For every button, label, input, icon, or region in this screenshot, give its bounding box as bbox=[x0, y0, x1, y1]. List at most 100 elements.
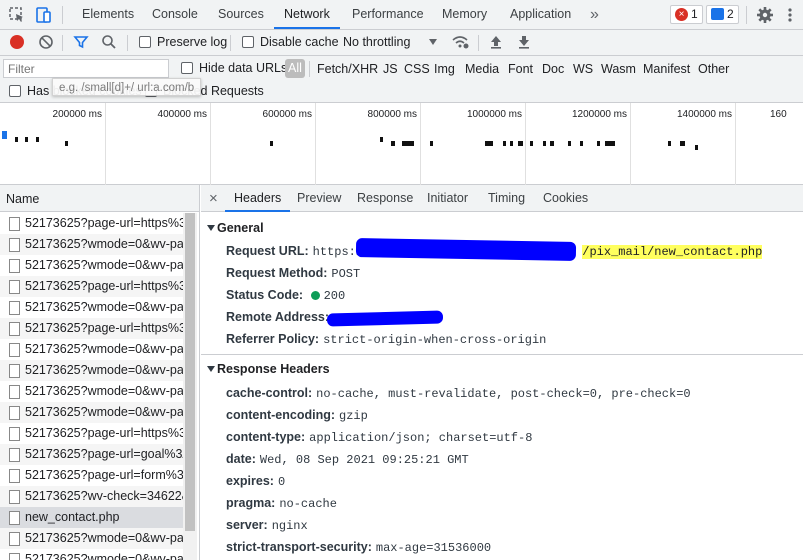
filter-input[interactable] bbox=[3, 59, 169, 78]
response-header-row: strict-transport-security: max-age=315360… bbox=[226, 540, 491, 555]
tick-label: 1400000 ms bbox=[676, 109, 732, 120]
file-icon bbox=[9, 217, 20, 231]
file-icon bbox=[9, 301, 20, 315]
more-tabs-button[interactable]: » bbox=[590, 0, 599, 29]
tab-sources[interactable]: Sources bbox=[218, 0, 264, 29]
list-item[interactable]: 52173625?page-url=https%3. bbox=[0, 318, 183, 339]
header-key: server: bbox=[226, 518, 268, 532]
list-item[interactable]: 52173625?wmode=0&wv-par bbox=[0, 297, 183, 318]
filter-type-img[interactable]: Img bbox=[434, 62, 455, 76]
kebab-menu-icon[interactable] bbox=[786, 6, 794, 24]
overview-start-marker bbox=[2, 131, 7, 139]
list-item[interactable]: 52173625?page-url=https%3. bbox=[0, 213, 183, 234]
tab-console[interactable]: Console bbox=[152, 0, 198, 29]
list-item[interactable]: 52173625?wmode=0&wv-par bbox=[0, 234, 183, 255]
tab-performance[interactable]: Performance bbox=[352, 0, 424, 29]
message-count: 2 bbox=[727, 7, 734, 21]
list-item[interactable]: 52173625?page-url=goal%3A bbox=[0, 444, 183, 465]
response-headers-section-header[interactable]: Response Headers bbox=[201, 357, 803, 381]
status-code-value: 200 bbox=[323, 289, 346, 303]
header-value: gzip bbox=[339, 409, 368, 423]
tab-cookies[interactable]: Cookies bbox=[543, 185, 588, 212]
tab-memory[interactable]: Memory bbox=[442, 0, 487, 29]
header-value: no-cache bbox=[279, 497, 337, 511]
list-item[interactable]: 52173625?wmode=0&wv-par bbox=[0, 549, 183, 560]
list-item[interactable]: 52173625?page-url=https%3. bbox=[0, 423, 183, 444]
filter-type-wasm[interactable]: Wasm bbox=[601, 62, 636, 76]
file-icon bbox=[9, 322, 20, 336]
list-item[interactable]: 52173625?wmode=0&wv-par bbox=[0, 360, 183, 381]
tab-application[interactable]: Application bbox=[510, 0, 571, 29]
devtools-tab-bar: Elements Console Sources Network Perform… bbox=[0, 0, 803, 30]
general-section-header[interactable]: General bbox=[201, 216, 803, 240]
close-icon[interactable]: × bbox=[209, 185, 218, 212]
redaction-mark bbox=[326, 310, 444, 327]
list-item[interactable]: 52173625?wmode=0&wv-par bbox=[0, 402, 183, 423]
tick-label: 600000 ms bbox=[262, 109, 312, 120]
error-count-badge[interactable]: × 1 bbox=[670, 5, 703, 24]
disable-cache-checkbox[interactable] bbox=[242, 36, 254, 48]
import-har-icon[interactable] bbox=[489, 34, 503, 50]
list-item[interactable]: 52173625?wv-check=34622& bbox=[0, 486, 183, 507]
request-name: 52173625?wmode=0&wv-par bbox=[25, 342, 183, 356]
tab-response[interactable]: Response bbox=[357, 185, 413, 212]
record-icon[interactable] bbox=[10, 35, 24, 49]
filter-type-fetch-xhr[interactable]: Fetch/XHR bbox=[317, 62, 378, 76]
list-item[interactable]: 52173625?wmode=0&wv-par bbox=[0, 255, 183, 276]
file-icon bbox=[9, 280, 20, 294]
file-icon bbox=[9, 469, 20, 483]
hide-data-urls-checkbox[interactable] bbox=[181, 62, 193, 74]
status-code-key: Status Code: bbox=[226, 288, 304, 302]
inspect-element-icon[interactable] bbox=[8, 6, 26, 24]
preserve-log-checkbox[interactable] bbox=[139, 36, 151, 48]
chevron-down-icon[interactable] bbox=[429, 39, 437, 45]
tab-elements[interactable]: Elements bbox=[82, 0, 134, 29]
filter-icon[interactable] bbox=[73, 34, 89, 50]
list-item-selected[interactable]: new_contact.php bbox=[0, 507, 183, 528]
list-item[interactable]: 52173625?page-url=form%3A bbox=[0, 465, 183, 486]
has-blocked-cookies-checkbox[interactable] bbox=[9, 85, 21, 97]
device-toolbar-icon[interactable] bbox=[34, 6, 52, 24]
tab-headers[interactable]: Headers bbox=[225, 185, 291, 212]
header-value: nginx bbox=[271, 519, 308, 533]
list-item[interactable]: 52173625?page-url=https%3. bbox=[0, 276, 183, 297]
filter-type-doc[interactable]: Doc bbox=[542, 62, 564, 76]
triangle-down-icon bbox=[207, 366, 215, 372]
referrer-policy-value: strict-origin-when-cross-origin bbox=[323, 333, 547, 347]
list-item[interactable]: 52173625?wmode=0&wv-par bbox=[0, 381, 183, 402]
filter-type-all[interactable]: All bbox=[285, 59, 305, 78]
message-count-badge[interactable]: 2 bbox=[706, 5, 739, 24]
export-har-icon[interactable] bbox=[517, 34, 531, 50]
search-icon[interactable] bbox=[101, 34, 117, 50]
gear-icon[interactable] bbox=[756, 6, 774, 24]
file-icon bbox=[9, 448, 20, 462]
filter-type-js[interactable]: JS bbox=[383, 62, 398, 76]
list-item[interactable]: 52173625?wmode=0&wv-par bbox=[0, 339, 183, 360]
list-item[interactable]: 52173625?wmode=0&wv-par bbox=[0, 528, 183, 549]
throttling-select[interactable]: No throttling bbox=[343, 35, 410, 49]
name-column-header[interactable]: Name bbox=[0, 185, 199, 212]
section-divider bbox=[201, 354, 803, 355]
filter-type-manifest[interactable]: Manifest bbox=[643, 62, 690, 76]
tab-network[interactable]: Network bbox=[274, 0, 340, 29]
request-name: new_contact.php bbox=[25, 510, 120, 524]
clear-icon[interactable] bbox=[38, 34, 54, 50]
tab-initiator[interactable]: Initiator bbox=[427, 185, 468, 212]
request-name: 52173625?page-url=form%3A bbox=[25, 468, 183, 482]
file-icon bbox=[9, 343, 20, 357]
tab-timing[interactable]: Timing bbox=[488, 185, 525, 212]
response-header-row: server: nginx bbox=[226, 518, 308, 533]
filter-type-media[interactable]: Media bbox=[465, 62, 499, 76]
list-scrollbar-thumb[interactable] bbox=[185, 213, 195, 531]
response-header-row: content-type: application/json; charset=u… bbox=[226, 430, 532, 445]
filter-type-font[interactable]: Font bbox=[508, 62, 533, 76]
filter-type-other[interactable]: Other bbox=[698, 62, 729, 76]
filter-type-css[interactable]: CSS bbox=[404, 62, 430, 76]
filter-type-ws[interactable]: WS bbox=[573, 62, 593, 76]
network-conditions-icon[interactable] bbox=[451, 34, 469, 50]
tick-label: 200000 ms bbox=[52, 109, 102, 120]
network-overview[interactable]: 200000 ms 400000 ms 600000 ms 800000 ms … bbox=[0, 103, 803, 185]
file-icon bbox=[9, 532, 20, 546]
file-icon bbox=[9, 364, 20, 378]
tab-preview[interactable]: Preview bbox=[297, 185, 341, 212]
